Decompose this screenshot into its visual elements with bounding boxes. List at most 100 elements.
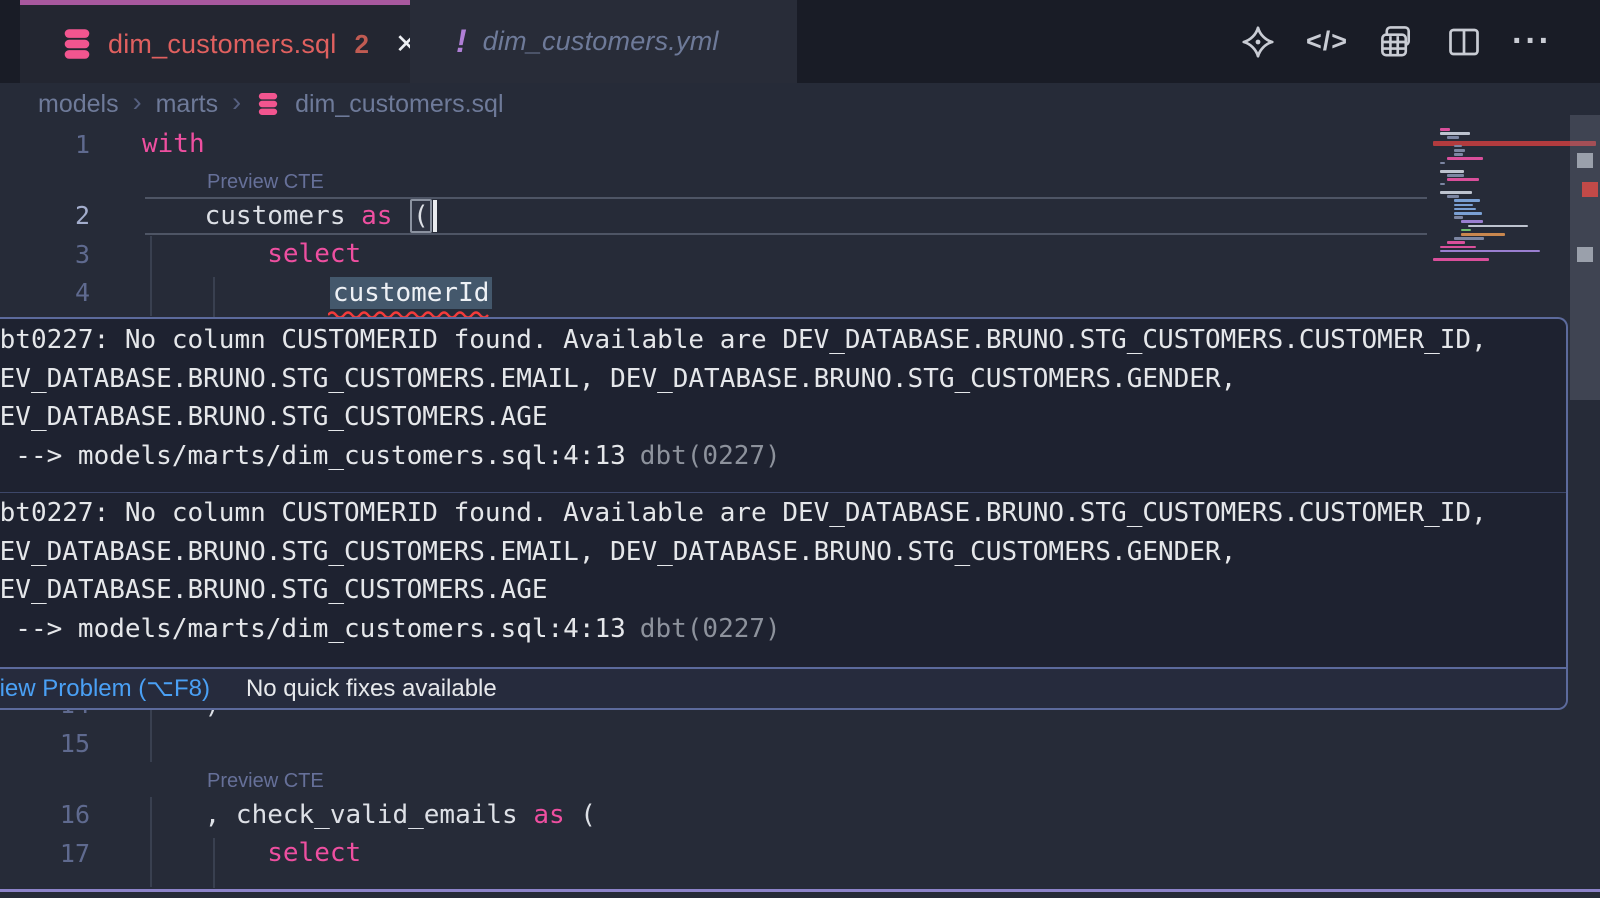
compile-code-icon[interactable]: </> bbox=[1306, 26, 1348, 57]
indent-guide bbox=[213, 838, 215, 888]
indent-guide bbox=[213, 277, 215, 317]
minimap-row bbox=[1461, 233, 1505, 236]
token: , check_valid_emails bbox=[142, 800, 533, 830]
line-number: 4 bbox=[0, 278, 90, 307]
warning-icon: ! bbox=[456, 23, 467, 60]
code-line-2[interactable]: 2 customers as ( bbox=[0, 197, 1600, 236]
tab-filename: dim_customers.yml bbox=[483, 26, 719, 57]
indent-guide bbox=[150, 702, 152, 762]
minimap-row bbox=[1461, 229, 1471, 232]
minimap-row bbox=[1447, 174, 1464, 177]
minimap-row bbox=[1440, 128, 1450, 131]
code-text: customerId bbox=[142, 277, 492, 309]
database-icon bbox=[62, 28, 92, 60]
error-message-line: dbt0227: No column CUSTOMERID found. Ava… bbox=[0, 321, 1566, 360]
minimap-row bbox=[1440, 170, 1464, 173]
overview-ruler-mark bbox=[1577, 247, 1593, 262]
minimap-row bbox=[1454, 204, 1473, 207]
error-token: customerId bbox=[330, 277, 493, 309]
tab-filename: dim_customers.sql bbox=[108, 29, 336, 60]
token: select bbox=[267, 838, 361, 868]
indent-guide bbox=[150, 797, 152, 887]
token: ( bbox=[565, 800, 596, 830]
minimap-row bbox=[1440, 246, 1476, 249]
breadcrumb: models › marts › dim_customers.sql bbox=[0, 83, 1600, 125]
minimap-row bbox=[1468, 225, 1528, 228]
scrollbar[interactable] bbox=[1570, 0, 1600, 898]
minimap-row bbox=[1440, 191, 1472, 194]
editor-actions: </> ··· bbox=[1240, 0, 1552, 83]
view-problem-link[interactable]: View Problem (⌥F8) bbox=[0, 674, 210, 703]
popup-status-bar: View Problem (⌥F8) No quick fixes availa… bbox=[0, 667, 1566, 708]
minimap-row bbox=[1447, 241, 1465, 244]
code-line-3[interactable]: 3 select bbox=[0, 235, 1600, 274]
code-line-4[interactable]: 4 customerId bbox=[0, 274, 1600, 313]
split-editor-icon[interactable] bbox=[1446, 24, 1482, 60]
no-quick-fixes-text: No quick fixes available bbox=[246, 675, 497, 703]
minimap-row bbox=[1454, 149, 1465, 152]
overview-ruler-error-mark bbox=[1582, 182, 1598, 197]
minimap-row bbox=[1454, 208, 1476, 211]
codelens-preview-cte[interactable]: Preview CTE bbox=[207, 171, 324, 194]
problem-hover-popup: dbt0227: No column CUSTOMERID found. Ava… bbox=[0, 317, 1568, 710]
code-text: select bbox=[142, 239, 361, 269]
line-number: 16 bbox=[0, 800, 90, 829]
minimap-row bbox=[1454, 199, 1480, 202]
error-message-line: DEV_DATABASE.BRUNO.STG_CUSTOMERS.AGE bbox=[0, 571, 1566, 610]
token: select bbox=[267, 239, 361, 269]
tab-bar: dim_customers.sql 2 ✕ ! dim_customers.ym… bbox=[0, 0, 1600, 83]
code-text: with bbox=[142, 129, 205, 159]
line-number: 1 bbox=[0, 130, 90, 159]
error-block: dbt0227: No column CUSTOMERID found. Ava… bbox=[0, 492, 1566, 665]
chevron-right-icon: › bbox=[232, 87, 241, 118]
breadcrumb-item-file[interactable]: dim_customers.sql bbox=[295, 90, 503, 119]
line-number: 15 bbox=[0, 729, 90, 758]
token: as bbox=[533, 800, 564, 830]
dbt-icon[interactable] bbox=[1240, 24, 1276, 60]
line-number: 3 bbox=[0, 240, 90, 269]
line-number: 2 bbox=[0, 201, 90, 230]
editor-pane[interactable]: 1withPreview CTE2 customers as (3 select… bbox=[0, 125, 1600, 898]
error-message-line: DEV_DATABASE.BRUNO.STG_CUSTOMERS.EMAIL, … bbox=[0, 533, 1566, 572]
minimap-row bbox=[1454, 153, 1463, 156]
token: with bbox=[142, 129, 205, 159]
tab-dim-customers-sql[interactable]: dim_customers.sql 2 ✕ bbox=[20, 0, 410, 83]
code-line-15[interactable]: 15 bbox=[0, 724, 1600, 763]
error-message-line: dbt0227: No column CUSTOMERID found. Ava… bbox=[0, 494, 1566, 533]
breadcrumb-item-marts[interactable]: marts bbox=[156, 90, 219, 119]
query-results-icon[interactable] bbox=[1378, 23, 1416, 61]
minimap-row bbox=[1440, 132, 1470, 135]
code-line-1[interactable]: 1 with bbox=[0, 125, 1600, 164]
text-cursor bbox=[433, 200, 437, 232]
codelens-preview-cte[interactable]: Preview CTE bbox=[207, 770, 324, 793]
error-location-line: --> models/marts/dim_customers.sql:4:13d… bbox=[0, 437, 1566, 476]
database-icon bbox=[257, 92, 279, 116]
indent-guide bbox=[150, 236, 152, 316]
minimap-row bbox=[1454, 212, 1482, 215]
chevron-right-icon: › bbox=[133, 87, 142, 118]
code-line-17[interactable]: 17 select bbox=[0, 834, 1600, 873]
token bbox=[142, 838, 267, 868]
token bbox=[142, 278, 330, 308]
error-source: dbt(0227) bbox=[640, 441, 781, 471]
token: customers bbox=[142, 201, 361, 231]
line-number: 17 bbox=[0, 839, 90, 868]
token bbox=[142, 239, 267, 269]
error-message-line: DEV_DATABASE.BRUNO.STG_CUSTOMERS.EMAIL, … bbox=[0, 360, 1566, 399]
error-location-line: --> models/marts/dim_customers.sql:4:13d… bbox=[0, 610, 1566, 649]
minimap-row bbox=[1454, 145, 1462, 148]
token: ( bbox=[410, 199, 432, 233]
minimap-row bbox=[1454, 216, 1463, 219]
token: as bbox=[361, 201, 392, 231]
breadcrumb-item-models[interactable]: models bbox=[38, 90, 119, 119]
minimap-row bbox=[1440, 162, 1445, 165]
code-text: customers as ( bbox=[142, 199, 437, 233]
tab-dirty-count: 2 bbox=[354, 29, 368, 60]
code-line-16[interactable]: 16 , check_valid_emails as ( bbox=[0, 796, 1600, 835]
minimap-row bbox=[1433, 258, 1489, 261]
tab-dim-customers-yml[interactable]: ! dim_customers.yml bbox=[410, 0, 797, 83]
code-text: select bbox=[142, 838, 361, 868]
panel-sash[interactable] bbox=[0, 889, 1600, 892]
more-actions-icon[interactable]: ··· bbox=[1512, 22, 1552, 61]
minimap-row bbox=[1461, 220, 1483, 223]
